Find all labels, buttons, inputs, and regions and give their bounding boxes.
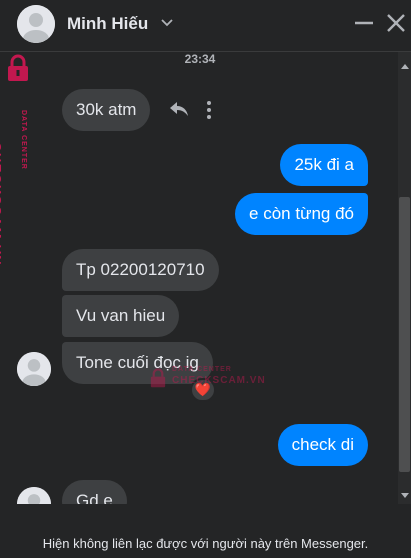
watermark-small: DATA CENTER bbox=[172, 366, 232, 373]
message-bubble-incoming[interactable]: 30k atm bbox=[62, 89, 151, 131]
scroll-down-icon[interactable] bbox=[401, 493, 409, 498]
center-watermark: DATA CENTER CHECKSCAM.VN bbox=[148, 365, 265, 393]
watermark-brand: CHECKSCAM.VN bbox=[172, 375, 266, 386]
contact-avatar[interactable] bbox=[17, 5, 55, 43]
scroll-up-icon[interactable] bbox=[401, 64, 409, 69]
contact-avatar-small[interactable] bbox=[17, 487, 51, 504]
scroll-thumb[interactable] bbox=[399, 197, 410, 472]
message-bubble-outgoing[interactable]: e còn từng đó bbox=[235, 193, 368, 235]
scrollbar[interactable] bbox=[398, 52, 411, 504]
message-bubble-incoming[interactable]: Vu van hieu bbox=[62, 295, 180, 337]
chevron-down-icon[interactable] bbox=[160, 16, 174, 30]
contact-name[interactable]: Minh Hiếu bbox=[67, 14, 148, 34]
minimize-icon[interactable] bbox=[353, 12, 375, 34]
contact-avatar-small[interactable] bbox=[17, 352, 51, 386]
message-bubble-incoming[interactable]: Gd e bbox=[62, 480, 127, 504]
lock-icon bbox=[150, 368, 166, 388]
message-timestamp: 23:34 bbox=[184, 52, 216, 66]
message-bubble-outgoing[interactable]: check di bbox=[277, 424, 368, 466]
message-bubble-outgoing[interactable]: 25k đi a bbox=[280, 144, 368, 186]
more-options-icon[interactable] bbox=[203, 100, 215, 120]
message-bubble-incoming[interactable]: Tp 02200120710 bbox=[62, 249, 219, 291]
close-icon[interactable] bbox=[385, 12, 407, 34]
reply-icon[interactable] bbox=[169, 101, 189, 117]
chat-header: Minh Hiếu bbox=[0, 0, 411, 52]
message-list[interactable]: 23:34 30k atm 25k đi a e còn từng đó Tp … bbox=[0, 52, 400, 504]
unavailable-notice: Hiện không liên lạc được với người này t… bbox=[42, 536, 369, 551]
